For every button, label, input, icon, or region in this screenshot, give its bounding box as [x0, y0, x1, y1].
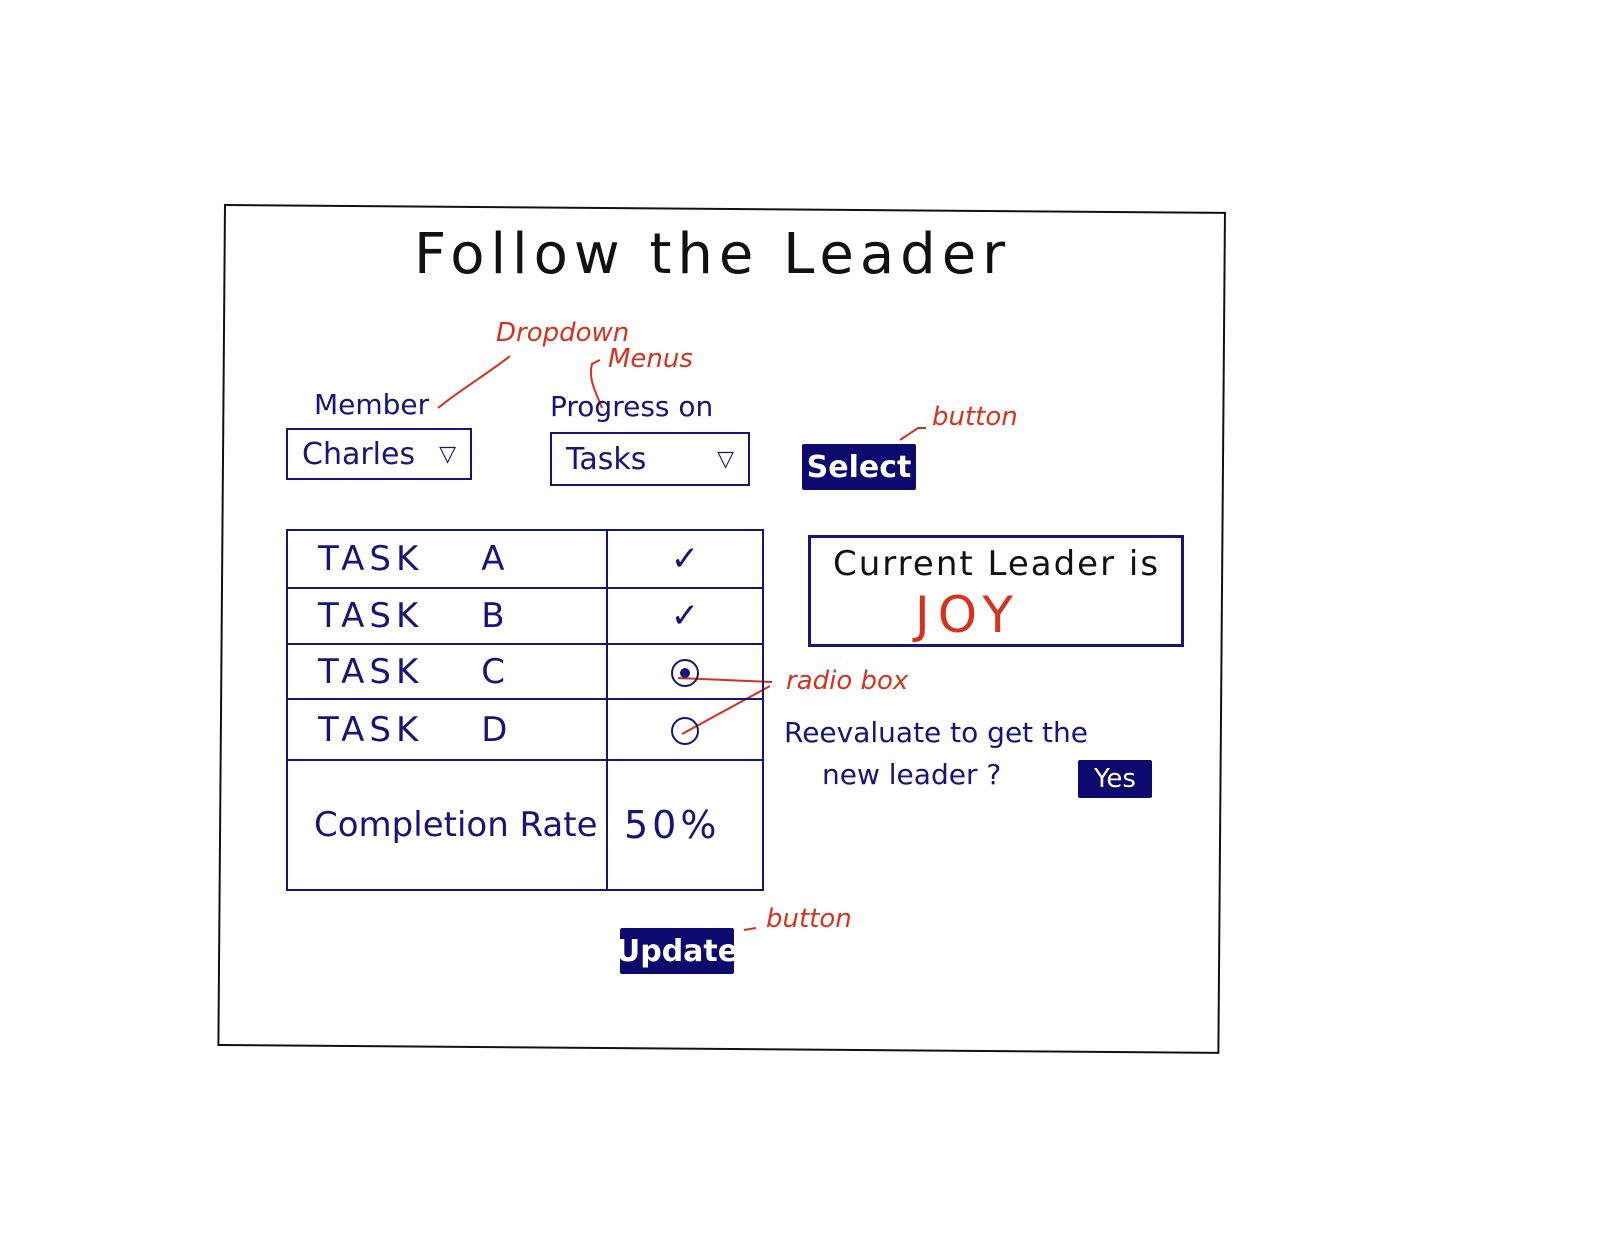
current-leader-text: Current Leader is [833, 544, 1161, 584]
completion-label: Completion Rate [286, 759, 608, 891]
table-row: TASK D [286, 698, 764, 761]
app-title: Follow the Leader [414, 222, 1012, 287]
task-letter: D [481, 709, 508, 750]
progress-label: Progress on [550, 390, 714, 423]
progress-dropdown-value: Tasks [566, 441, 647, 477]
current-leader-panel: Current Leader is JOY [808, 535, 1184, 647]
task-name: TASK [318, 539, 424, 579]
select-button[interactable]: Select [802, 444, 916, 490]
task-cell: TASK A [286, 529, 608, 589]
progress-dropdown[interactable]: Tasks ▽ [550, 432, 750, 486]
triangle-down-icon: ▽ [439, 441, 456, 467]
task-name: TASK [318, 596, 424, 636]
member-dropdown-value: Charles [302, 436, 416, 472]
table-row: TASK C [286, 643, 764, 700]
completion-value: 50% [606, 759, 764, 891]
menus-annotation: Menus [608, 344, 693, 374]
task-name: TASK [318, 709, 424, 750]
radio-icon[interactable] [671, 717, 699, 745]
select-button-annotation: button [932, 402, 1018, 432]
completion-row: Completion Rate 50% [286, 759, 764, 891]
task-letter: A [481, 539, 505, 579]
update-button-annotation: button [766, 904, 852, 934]
radio-icon[interactable] [671, 659, 699, 687]
wireframe-page: Follow the Leader Dropdown Menus button … [0, 0, 1600, 1236]
table-row: TASK A ✓ [286, 529, 764, 589]
triangle-down-icon: ▽ [717, 446, 734, 472]
reevaluate-prompt-line2: new leader ? [822, 758, 1002, 791]
task-cell: TASK C [286, 643, 608, 700]
table-row: TASK B ✓ [286, 587, 764, 645]
task-status-cell: ✓ [606, 587, 764, 645]
member-dropdown[interactable]: Charles ▽ [286, 428, 472, 480]
task-cell: TASK B [286, 587, 608, 645]
reevaluate-prompt-line1: Reevaluate to get the [784, 716, 1089, 749]
yes-button[interactable]: Yes [1078, 760, 1152, 798]
member-label: Member [314, 388, 430, 421]
task-letter: C [481, 651, 506, 692]
task-letter: B [481, 596, 505, 636]
current-leader-name: JOY [915, 586, 1021, 644]
task-status-cell [606, 643, 764, 700]
checkmark-icon: ✓ [670, 596, 700, 636]
radio-box-annotation: radio box [786, 666, 909, 696]
task-status-cell [606, 698, 764, 761]
checkmark-icon: ✓ [670, 539, 700, 579]
task-status-cell: ✓ [606, 529, 764, 589]
task-name: TASK [318, 651, 424, 692]
task-progress-table: TASK A ✓ TASK B ✓ TASK C TASK D Completi… [286, 529, 764, 891]
update-button[interactable]: Update [616, 928, 738, 974]
task-cell: TASK D [286, 698, 608, 761]
